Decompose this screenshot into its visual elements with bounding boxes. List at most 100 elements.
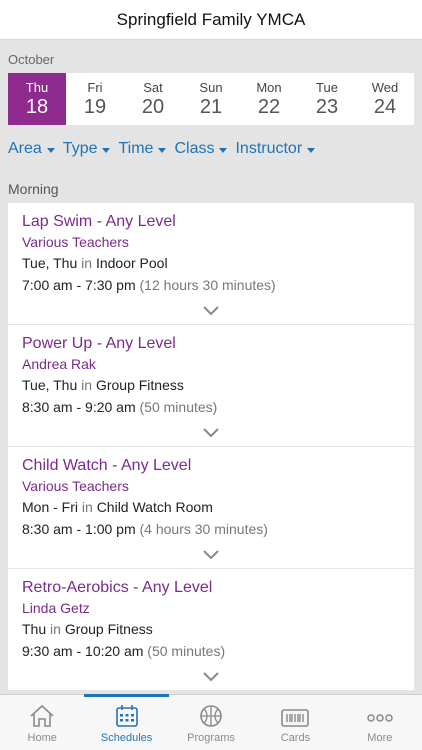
filter-bar: Area Type Time Class Instructor	[0, 125, 422, 173]
filter-time-dropdown[interactable]: Time	[118, 140, 167, 158]
in-word: in	[81, 499, 93, 515]
chevron-down-icon[interactable]	[203, 672, 219, 682]
day-fri-19[interactable]: Fri 19	[66, 73, 124, 125]
tab-label: Home	[27, 732, 57, 744]
class-teacher: Various Teachers	[22, 478, 129, 494]
day-of-week: Tue	[316, 79, 338, 95]
class-time-range: 7:00 am - 7:30 pm	[22, 277, 136, 293]
caret-down-icon	[219, 147, 228, 153]
in-word: in	[81, 377, 93, 393]
class-name: Lap Swim - Any Level	[22, 213, 176, 230]
day-of-week: Thu	[25, 79, 49, 95]
class-room: Group Fitness	[95, 377, 184, 393]
chevron-down-icon[interactable]	[203, 550, 219, 560]
day-of-week: Sun	[199, 79, 223, 95]
calendar-icon	[115, 705, 138, 727]
day-of-week: Sat	[143, 79, 163, 95]
basketball-icon	[200, 705, 222, 727]
day-number: 19	[83, 95, 107, 118]
class-time-range: 9:30 am - 10:20 am	[22, 643, 144, 659]
filter-label: Type	[62, 140, 98, 157]
barcode-card-icon	[281, 709, 310, 727]
class-name: Power Up - Any Level	[22, 335, 176, 352]
month-label: October	[8, 52, 55, 67]
class-list: Lap Swim - Any Level Various Teachers Tu…	[8, 203, 414, 691]
class-days: Tue, Thu	[22, 377, 78, 393]
class-time-range: 8:30 am - 9:20 am	[22, 399, 136, 415]
class-teacher: Linda Getz	[22, 600, 90, 616]
section-header: Morning	[8, 181, 59, 197]
class-room: Group Fitness	[64, 621, 153, 637]
day-number: 18	[25, 95, 49, 118]
day-number: 22	[257, 95, 281, 118]
class-time: 9:30 am - 10:20 am (50 minutes)	[22, 642, 400, 661]
class-name: Child Watch - Any Level	[22, 457, 192, 474]
day-wed-24[interactable]: Wed 24	[356, 73, 414, 125]
class-location: Tue, Thu in Indoor Pool	[22, 254, 400, 273]
tab-label: Cards	[280, 732, 311, 744]
class-card[interactable]: Lap Swim - Any Level Various Teachers Tu…	[8, 203, 414, 325]
class-teacher: Various Teachers	[22, 234, 129, 250]
filter-label: Area	[8, 140, 42, 157]
home-icon	[30, 704, 54, 727]
day-tue-23[interactable]: Tue 23	[298, 73, 356, 125]
class-room: Indoor Pool	[95, 255, 168, 271]
day-thu-18[interactable]: Thu 18	[8, 73, 66, 125]
class-teacher: Andrea Rak	[22, 356, 96, 372]
class-days: Thu	[22, 621, 47, 637]
class-card[interactable]: Power Up - Any Level Andrea Rak Tue, Thu…	[8, 325, 414, 447]
filter-class-dropdown[interactable]: Class	[174, 140, 228, 158]
day-of-week: Fri	[87, 79, 103, 95]
day-mon-22[interactable]: Mon 22	[240, 73, 298, 125]
in-word: in	[81, 255, 93, 271]
filter-instructor-dropdown[interactable]: Instructor	[235, 140, 316, 158]
filter-type-dropdown[interactable]: Type	[63, 140, 111, 158]
caret-down-icon	[102, 147, 111, 153]
tab-bar: Home Schedules Programs Cards More	[0, 694, 422, 750]
filter-label: Class	[174, 140, 215, 157]
day-sun-21[interactable]: Sun 21	[182, 73, 240, 125]
class-days: Tue, Thu	[22, 255, 78, 271]
caret-down-icon	[158, 147, 167, 153]
app-header: Springfield Family YMCA	[0, 0, 422, 40]
chevron-down-icon[interactable]	[203, 306, 219, 316]
class-location: Tue, Thu in Group Fitness	[22, 376, 400, 395]
class-duration: (50 minutes)	[147, 643, 226, 659]
class-time: 8:30 am - 1:00 pm (4 hours 30 minutes)	[22, 520, 400, 539]
day-picker: Thu 18 Fri 19 Sat 20 Sun 21 Mon 22 Tue 2…	[8, 73, 414, 125]
tab-schedules[interactable]: Schedules	[84, 694, 170, 750]
filter-label: Time	[118, 140, 154, 157]
class-duration: (50 minutes)	[139, 399, 218, 415]
day-number: 20	[141, 95, 165, 118]
tab-label: Programs	[187, 732, 235, 744]
day-of-week: Mon	[256, 79, 282, 95]
tab-programs[interactable]: Programs	[169, 695, 253, 750]
class-time: 7:00 am - 7:30 pm (12 hours 30 minutes)	[22, 276, 400, 295]
tab-cards[interactable]: Cards	[253, 695, 337, 750]
class-time-range: 8:30 am - 1:00 pm	[22, 521, 136, 537]
caret-down-icon	[307, 147, 316, 153]
tab-more[interactable]: More	[338, 695, 422, 750]
chevron-down-icon[interactable]	[203, 428, 219, 438]
in-word: in	[50, 621, 61, 637]
caret-down-icon	[46, 147, 55, 153]
filter-area-dropdown[interactable]: Area	[8, 140, 55, 158]
class-location: Mon - Fri in Child Watch Room	[22, 498, 400, 517]
class-location: Thu in Group Fitness	[22, 620, 400, 639]
tab-label: More	[367, 732, 393, 744]
day-sat-20[interactable]: Sat 20	[124, 73, 182, 125]
class-card[interactable]: Retro-Aerobics - Any Level Linda Getz Th…	[8, 569, 414, 691]
day-number: 24	[373, 95, 397, 118]
class-days: Mon - Fri	[22, 499, 78, 515]
class-room: Child Watch Room	[96, 499, 213, 515]
tab-label: Schedules	[100, 732, 153, 744]
class-time: 8:30 am - 9:20 am (50 minutes)	[22, 398, 400, 417]
class-duration: (12 hours 30 minutes)	[139, 277, 276, 293]
filter-label: Instructor	[235, 140, 303, 157]
tab-home[interactable]: Home	[0, 695, 84, 750]
more-icon	[367, 714, 393, 722]
class-card[interactable]: Child Watch - Any Level Various Teachers…	[8, 447, 414, 569]
page-title: Springfield Family YMCA	[116, 9, 306, 29]
day-of-week: Wed	[371, 79, 399, 95]
class-name: Retro-Aerobics - Any Level	[22, 579, 213, 596]
